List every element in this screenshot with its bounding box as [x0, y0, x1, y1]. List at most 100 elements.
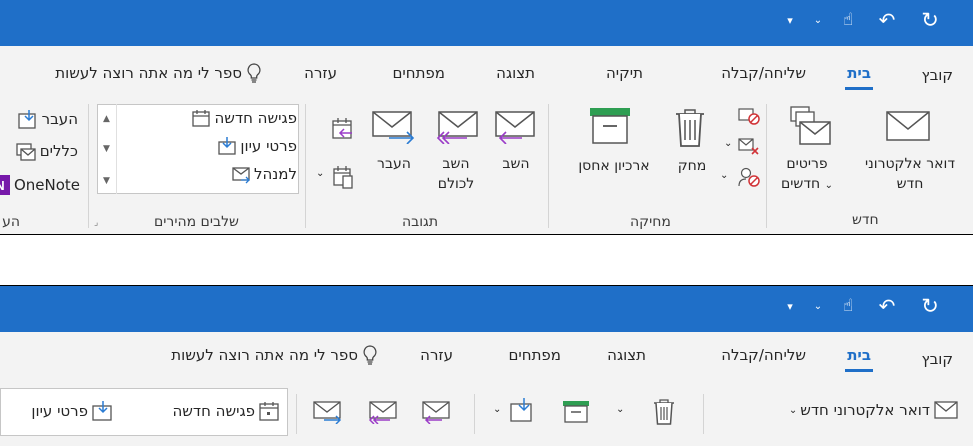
cleanup-icon[interactable]	[737, 136, 761, 156]
group-label-new: חדש	[852, 212, 879, 228]
meeting-reply-icon[interactable]	[330, 116, 356, 142]
ribbon-tabs: קובץ בית שליחה/קבלה תצוגה מפתחים עזרה ספ…	[0, 332, 973, 380]
tab-home[interactable]: בית	[845, 346, 873, 372]
archive-button[interactable]: ארכיון אחסן	[556, 156, 672, 176]
reply-all-button[interactable]: השב לכולם	[424, 154, 488, 194]
lightbulb-icon	[363, 345, 377, 365]
forward-button[interactable]: העבר	[370, 154, 418, 174]
sync-icon[interactable]: ↻	[918, 8, 942, 32]
reply-all-label-2: לכולם	[437, 176, 475, 192]
archive-icon	[590, 108, 630, 144]
delete-button[interactable]: מחק	[672, 156, 712, 176]
tab-developer[interactable]: מפתחים	[508, 346, 561, 364]
tell-me-label: ספר לי מה אתה רוצה לעשות	[171, 346, 358, 364]
group-label-delete: מחיקה	[630, 214, 671, 230]
quick-step-to-manager[interactable]: למנהל	[231, 164, 297, 184]
rules-icon	[16, 143, 36, 161]
tell-me-search[interactable]: ספר לי מה אתה רוצה לעשות	[55, 62, 262, 84]
tab-help[interactable]: עזרה	[420, 346, 453, 364]
expand-gallery-icon: ▼	[103, 176, 110, 186]
quick-access-toolbar: ▾ ⌄ ☝ ↶ ↻	[780, 8, 960, 32]
tab-help[interactable]: עזרה	[304, 64, 337, 82]
sync-icon[interactable]: ↻	[918, 294, 942, 318]
onenote-icon: N	[0, 175, 10, 195]
dialog-launcher-icon[interactable]: ⌟	[94, 218, 98, 228]
tab-folder[interactable]: תיקיה	[606, 64, 643, 82]
quick-steps-scroll[interactable]: ▲ ▼ ▼	[97, 104, 117, 194]
tab-view[interactable]: תצוגה	[607, 346, 646, 364]
new-items-icon	[790, 106, 831, 145]
chevron-down-icon: ⌄	[824, 180, 833, 191]
ribbon-home-simplified: ⌄ דואר אלקטרוני חדש ⌄ ⌄ פגישה חדשה פרטי …	[0, 380, 973, 446]
new-email-label-2: חדש	[896, 176, 924, 192]
more-respond-icon[interactable]	[330, 164, 356, 190]
new-items-label-1: פריטים	[786, 156, 828, 172]
group-label-quick-steps: שלבים מהירים	[154, 214, 239, 230]
touch-mode-icon[interactable]: ☝	[836, 296, 860, 316]
group-divider	[474, 394, 475, 434]
archive-icon[interactable]	[562, 400, 590, 424]
customize-qat-button[interactable]: ▾	[780, 296, 800, 316]
tab-home[interactable]: בית	[845, 64, 873, 90]
tab-send-receive[interactable]: שליחה/קבלה	[721, 64, 806, 82]
lightbulb-icon	[247, 63, 261, 83]
forward-icon[interactable]	[312, 400, 344, 424]
undo-icon[interactable]: ↶	[875, 294, 899, 318]
svg-text:N: N	[0, 178, 5, 193]
quick-step-new-meeting[interactable]: פגישה חדשה	[172, 400, 280, 422]
reply-all-icon	[436, 111, 478, 144]
chevron-down-icon[interactable]: ⌄	[724, 138, 732, 149]
reply-all-icon[interactable]	[366, 400, 398, 424]
chevron-down-icon[interactable]: ⌄	[316, 168, 324, 179]
group-label-respond: תגובה	[402, 214, 439, 230]
chevron-down-icon[interactable]: ⌄	[616, 404, 624, 415]
tell-me-search[interactable]: ספר לי מה אתה רוצה לעשות	[171, 344, 378, 366]
tab-file[interactable]: קובץ	[922, 350, 954, 368]
group-divider	[548, 104, 549, 228]
reply-icon[interactable]	[420, 400, 452, 424]
group-divider	[703, 394, 704, 434]
customize-qat-button[interactable]: ▾	[780, 10, 800, 30]
quick-access-toolbar: ▾ ⌄ ☝ ↶ ↻	[780, 294, 960, 318]
chevron-down-icon[interactable]: ⌄	[789, 405, 797, 416]
new-email-button[interactable]: ⌄ דואר אלקטרוני חדש	[783, 400, 959, 420]
quick-step-fyi[interactable]: פרטי עיון	[31, 400, 113, 422]
chevron-down-icon[interactable]: ⌄	[493, 404, 501, 415]
reply-button[interactable]: השב	[492, 154, 540, 174]
tab-developer[interactable]: מפתחים	[392, 64, 445, 82]
move-icon	[18, 110, 36, 129]
forward-icon	[372, 111, 415, 144]
new-email-button[interactable]: דואר אלקטרוני חדש	[850, 154, 970, 194]
onenote-button[interactable]: N OneNote	[0, 174, 80, 196]
group-divider	[296, 394, 297, 434]
quick-step-fyi[interactable]: פרטי עיון	[217, 136, 297, 156]
junk-icon[interactable]	[737, 166, 761, 188]
scroll-up-icon: ▲	[103, 114, 110, 124]
tab-view[interactable]: תצוגה	[496, 64, 535, 82]
forward-email-icon	[232, 167, 250, 184]
chevron-down-icon[interactable]: ⌄	[720, 170, 728, 181]
tab-file[interactable]: קובץ	[922, 66, 954, 84]
delete-icon[interactable]	[652, 398, 676, 426]
reply-all-label-1: השב	[442, 156, 470, 172]
chevron-down-icon[interactable]: ⌄	[810, 10, 826, 30]
scroll-down-icon: ▼	[103, 144, 110, 154]
undo-icon[interactable]: ↶	[875, 8, 899, 32]
new-email-icon	[886, 111, 930, 141]
quick-step-new-meeting[interactable]: פגישה חדשה	[191, 108, 297, 128]
tell-me-label: ספר לי מה אתה רוצה לעשות	[55, 64, 242, 82]
move-button[interactable]: העבר	[17, 108, 78, 130]
tab-send-receive[interactable]: שליחה/קבלה	[721, 346, 806, 364]
touch-mode-icon[interactable]: ☝	[836, 10, 860, 30]
chevron-down-icon[interactable]: ⌄	[810, 296, 826, 316]
move-icon[interactable]	[508, 396, 536, 424]
store-label: אחסן	[578, 158, 610, 174]
new-items-label-2: חדשים ⌄	[781, 176, 833, 192]
new-items-button[interactable]: פריטים חדשים ⌄	[772, 154, 842, 196]
move-to-folder-icon	[218, 137, 237, 155]
ignore-icon[interactable]	[737, 106, 761, 126]
group-label-move: הע	[2, 214, 20, 230]
ribbon-home: דואר אלקטרוני חדש פריטים חדשים ⌄ חדש ⌄ ⌄…	[0, 98, 973, 234]
window-gap	[0, 234, 973, 286]
rules-button[interactable]: כללים	[15, 140, 78, 162]
